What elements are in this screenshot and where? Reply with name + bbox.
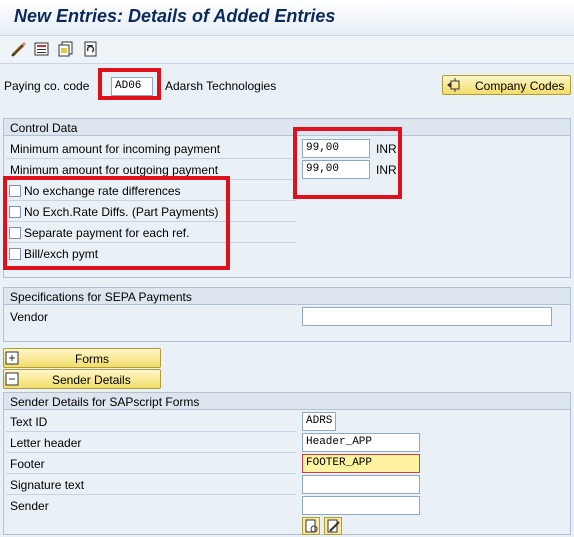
row-divider [6, 452, 296, 453]
outgoing-currency-text: INR [376, 163, 397, 177]
text-id-label: Text ID [10, 415, 48, 429]
vendor-field[interactable] [302, 307, 552, 326]
sepa-title: Specifications for SEPA Payments [4, 288, 570, 305]
edit-document-icon [327, 519, 340, 533]
incoming-currency-text: INR [376, 142, 397, 156]
min-incoming-payment-label: Minimum amount for incoming payment [10, 142, 221, 156]
forms-button-label: Forms [75, 352, 109, 366]
paying-company-code-field[interactable]: AD06 [111, 77, 153, 96]
control-data-title: Control Data [4, 119, 570, 136]
sender-field[interactable] [302, 496, 420, 515]
no-exchange-rate-diff-label: No exchange rate differences [24, 184, 181, 198]
bill-exch-pymt-checkbox[interactable] [9, 248, 21, 260]
no-exchange-rate-diff-checkbox[interactable] [9, 185, 21, 197]
sapscript-sender-section: Sender Details for SAPscript Forms [3, 392, 571, 535]
application-toolbar [0, 36, 574, 64]
footer-label: Footer [10, 457, 45, 471]
display-document-icon [305, 519, 318, 533]
paying-company-code-label: Paying co. code [4, 79, 90, 93]
min-incoming-payment-field[interactable]: 99,00 [302, 139, 370, 158]
company-codes-button-label: Company Codes [475, 79, 565, 93]
row-divider [6, 473, 296, 474]
text-id-field[interactable]: ADRS [302, 412, 336, 431]
no-exch-rate-diff-part-payments-checkbox[interactable] [9, 206, 21, 218]
min-outgoing-payment-label: Minimum amount for outgoing payment [10, 163, 219, 177]
letter-header-label: Letter header [10, 436, 82, 450]
navigate-arrows-icon [447, 78, 460, 92]
expand-node-icon [5, 351, 19, 365]
title-bar: New Entries: Details of Added Entries [0, 0, 574, 36]
change-text-button[interactable] [324, 517, 342, 535]
vendor-label: Vendor [10, 310, 49, 324]
collapse-node-icon [5, 372, 19, 386]
no-exch-rate-diff-part-payments-label: No Exch.Rate Diffs. (Part Payments) [24, 205, 219, 219]
signature-text-field[interactable] [302, 475, 420, 494]
separate-payment-checkbox[interactable] [9, 227, 21, 239]
row-divider [6, 179, 296, 180]
page-title: New Entries: Details of Added Entries [14, 6, 336, 26]
separate-payment-label: Separate payment for each ref. [24, 226, 190, 240]
row-divider [6, 494, 296, 495]
company-codes-button[interactable]: Company Codes [442, 75, 571, 95]
signature-text-label: Signature text [10, 478, 85, 492]
footer-field[interactable]: FOOTER_APP [302, 454, 420, 473]
row-divider [6, 431, 296, 432]
sapscript-sender-title: Sender Details for SAPscript Forms [4, 393, 570, 410]
sender-details-button-label: Sender Details [52, 373, 131, 387]
row-divider [6, 200, 296, 201]
copy-document-icon[interactable] [57, 40, 75, 58]
sender-label: Sender [10, 499, 49, 513]
display-text-button[interactable] [302, 517, 320, 535]
refresh-document-icon[interactable] [81, 40, 99, 58]
sender-details-button[interactable]: Sender Details [3, 369, 161, 389]
forms-button[interactable]: Forms [3, 348, 161, 368]
letter-header-field[interactable]: Header_APP [302, 433, 420, 452]
min-outgoing-payment-field[interactable]: 99,00 [302, 160, 370, 179]
pencil-edit-icon[interactable] [10, 40, 28, 58]
row-divider [6, 158, 296, 159]
company-name-text: Adarsh Technologies [165, 79, 277, 93]
save-variant-icon[interactable] [33, 40, 51, 58]
bill-exch-pymt-label: Bill/exch pymt [24, 247, 99, 261]
row-divider [6, 221, 296, 222]
row-divider [6, 242, 296, 243]
